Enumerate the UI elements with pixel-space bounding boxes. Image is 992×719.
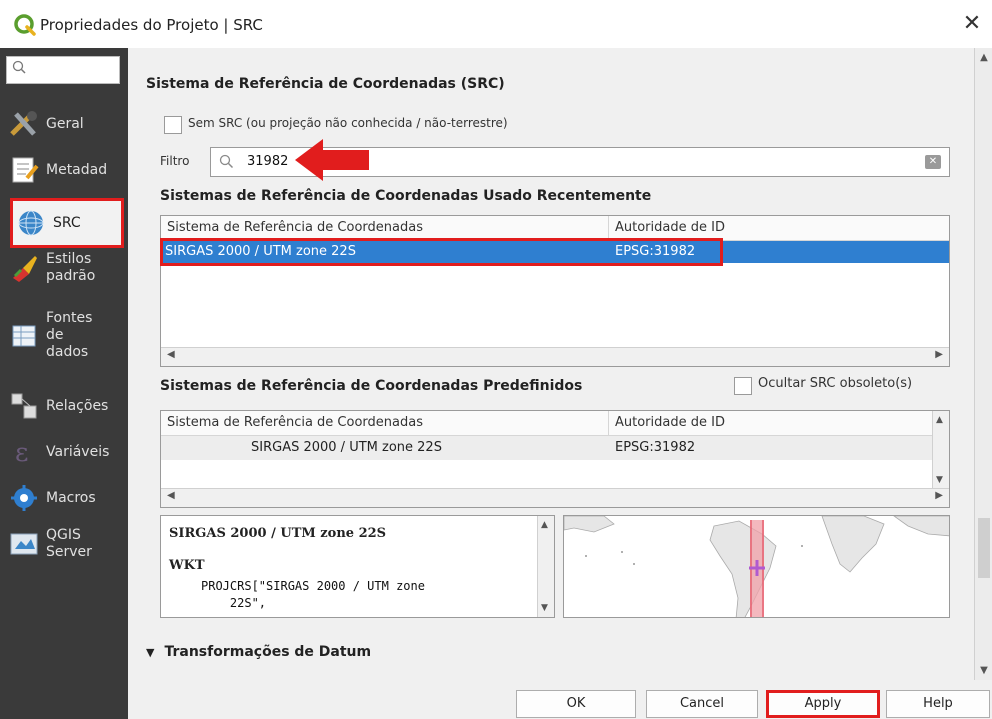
scroll-up-icon[interactable]: ▲ <box>975 52 992 63</box>
scroll-left-icon[interactable]: ◀ <box>167 349 175 360</box>
no-crs-label: Sem SRC (ou projeção não conhecida / não… <box>188 116 508 130</box>
column-header-authority[interactable]: Autoridade de ID <box>615 220 725 235</box>
recent-crs-title: Sistemas de Referência de Coordenadas Us… <box>160 188 652 204</box>
red-arrow-icon <box>295 139 369 181</box>
close-icon[interactable]: ✕ <box>958 10 986 38</box>
wkt-panel[interactable]: SIRGAS 2000 / UTM zone 22S WKT PROJCRS["… <box>160 515 555 618</box>
ok-button[interactable]: OK <box>516 690 636 718</box>
sidebar-item-label: Estilos padrão <box>46 251 96 284</box>
sidebar-item-label: Metadad <box>46 161 108 178</box>
sidebar-item-src[interactable]: SRC <box>10 198 124 248</box>
sidebar-item-label: QGIS Server <box>46 527 92 560</box>
column-header-crs[interactable]: Sistema de Referência de Coordenadas <box>167 220 423 235</box>
sidebar-item-qgis-server[interactable]: QGIS Server <box>6 526 124 562</box>
scroll-right-icon[interactable]: ▶ <box>935 490 943 501</box>
filter-label: Filtro <box>160 154 190 168</box>
section-title: Sistema de Referência de Coordenadas (SR… <box>146 76 505 92</box>
horizontal-scrollbar[interactable]: ◀ ▶ <box>161 488 949 507</box>
clear-filter-icon[interactable]: ✕ <box>925 155 941 169</box>
sidebar-item-fontes[interactable]: Fontes de dados <box>6 310 124 361</box>
column-header-authority[interactable]: Autoridade de ID <box>615 415 725 430</box>
column-separator <box>608 411 609 435</box>
predefined-crs-table[interactable]: Sistema de Referência de Coordenadas Aut… <box>160 410 950 508</box>
data-sources-icon <box>6 318 42 354</box>
sidebar-item-geral[interactable]: Geral <box>6 106 124 142</box>
search-icon <box>219 154 234 169</box>
styles-icon <box>6 250 42 286</box>
variables-icon: ε <box>6 434 42 470</box>
scroll-right-icon[interactable]: ▶ <box>935 349 943 360</box>
collapse-arrow-icon[interactable]: ▼ <box>146 646 154 659</box>
table-row[interactable]: SIRGAS 2000 / UTM zone 22S EPSG:31982 <box>161 436 933 460</box>
vertical-scrollbar[interactable]: ▲ ▼ <box>537 516 554 617</box>
wkt-text: PROJCRS["SIRGAS 2000 / UTM zone 22S", <box>201 579 425 610</box>
authority-cell: EPSG:31982 <box>615 440 696 455</box>
wkt-crs-name: SIRGAS 2000 / UTM zone 22S <box>169 526 387 541</box>
cancel-button[interactable]: Cancel <box>646 690 758 718</box>
datum-transformations-label: Transformações de Datum <box>164 644 372 660</box>
title-bar: Propriedades do Projeto | SRC ✕ <box>0 0 992 48</box>
column-header-crs[interactable]: Sistema de Referência de Coordenadas <box>167 415 423 430</box>
world-map-icon <box>564 516 949 617</box>
highlight-box <box>160 238 723 266</box>
metadata-icon <box>6 152 42 188</box>
column-separator <box>608 216 609 240</box>
sidebar-item-label: Geral <box>46 115 84 132</box>
scroll-up-icon[interactable]: ▲ <box>541 520 548 530</box>
hide-deprecated-label: Ocultar SRC obsoleto(s) <box>758 376 913 391</box>
sidebar-item-macros[interactable]: Macros <box>6 480 124 516</box>
sidebar-item-variaveis[interactable]: ε Variáveis <box>6 434 124 470</box>
relations-icon <box>6 388 42 424</box>
wkt-heading: WKT <box>169 558 205 573</box>
crs-extent-map <box>563 515 950 618</box>
vertical-scrollbar[interactable]: ▲ ▼ <box>932 411 949 489</box>
scroll-down-icon[interactable]: ▼ <box>936 475 943 485</box>
sidebar-item-estilos[interactable]: Estilos padrão <box>6 250 124 286</box>
scroll-up-icon[interactable]: ▲ <box>936 415 943 425</box>
datum-transformations-section[interactable]: ▼ Transformações de Datum <box>146 644 371 660</box>
scroll-down-icon[interactable]: ▼ <box>975 665 992 676</box>
sidebar-item-label: Fontes de dados <box>46 310 93 360</box>
search-icon <box>12 60 26 74</box>
table-header: Sistema de Referência de Coordenadas Aut… <box>161 411 949 436</box>
scroll-left-icon[interactable]: ◀ <box>167 490 175 501</box>
predefined-crs-title: Sistemas de Referência de Coordenadas Pr… <box>160 378 583 394</box>
main-vertical-scrollbar[interactable]: ▲ ▼ <box>974 48 992 680</box>
sidebar-item-metadados[interactable]: Metadad <box>6 152 124 188</box>
scrollbar-thumb[interactable] <box>978 518 990 578</box>
qgis-logo-icon <box>14 14 36 36</box>
sidebar-item-relacoes[interactable]: Relações <box>6 388 124 424</box>
tools-icon <box>6 106 42 142</box>
sidebar-item-label: SRC <box>53 214 81 231</box>
sidebar-item-label: Relações <box>46 397 109 414</box>
sidebar-item-label: Macros <box>46 489 96 506</box>
crs-name-cell: SIRGAS 2000 / UTM zone 22S <box>251 440 442 455</box>
globe-icon <box>13 205 49 241</box>
apply-button[interactable]: Apply <box>766 690 880 718</box>
sidebar-item-label: Variáveis <box>46 443 110 460</box>
filter-value: 31982 <box>247 154 289 169</box>
macros-icon <box>6 480 42 516</box>
sidebar-search-input[interactable] <box>6 56 120 84</box>
horizontal-scrollbar[interactable]: ◀ ▶ <box>161 347 949 366</box>
svg-text:ε: ε <box>15 438 28 467</box>
window-title: Propriedades do Projeto | SRC <box>40 16 263 34</box>
scroll-down-icon[interactable]: ▼ <box>541 603 548 613</box>
no-crs-checkbox[interactable] <box>164 116 182 134</box>
hide-deprecated-checkbox[interactable] <box>734 377 752 395</box>
help-button[interactable]: Help <box>886 690 990 718</box>
sidebar: Geral Metadad SRC Estilos padrão Fontes … <box>0 48 128 719</box>
server-icon <box>6 526 42 562</box>
